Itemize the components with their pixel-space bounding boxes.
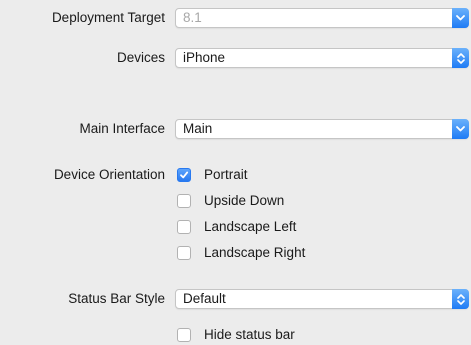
main-interface-combo[interactable]: Main xyxy=(175,119,469,139)
up-down-arrows-icon xyxy=(456,52,465,64)
deployment-target-label: Deployment Target xyxy=(51,10,165,25)
devices-label: Devices xyxy=(116,50,165,65)
status-bar-style-label: Status Bar Style xyxy=(68,291,165,306)
checkmark-icon xyxy=(180,171,189,179)
chevron-down-icon xyxy=(456,126,465,132)
hide-status-bar-label: Hide status bar xyxy=(204,327,295,342)
status-bar-style-popup[interactable]: Default xyxy=(175,289,469,309)
portrait-label: Portrait xyxy=(204,167,248,182)
landscape-right-label: Landscape Right xyxy=(204,245,306,260)
main-interface-dropdown-button[interactable] xyxy=(452,119,469,139)
hide-status-bar-checkbox[interactable] xyxy=(177,328,191,342)
upside-down-label: Upside Down xyxy=(204,193,285,208)
deployment-target-dropdown-button[interactable] xyxy=(452,8,469,28)
landscape-left-label: Landscape Left xyxy=(204,219,297,234)
portrait-checkbox[interactable] xyxy=(177,168,191,182)
devices-popup-button[interactable] xyxy=(452,48,469,68)
landscape-right-checkbox[interactable] xyxy=(177,246,191,260)
chevron-down-icon xyxy=(456,15,465,21)
up-down-arrows-icon xyxy=(456,293,465,305)
status-bar-style-popup-button[interactable] xyxy=(452,289,469,309)
devices-popup[interactable]: iPhone xyxy=(175,48,469,68)
landscape-left-checkbox[interactable] xyxy=(177,220,191,234)
deployment-target-value: 8.1 xyxy=(183,10,202,25)
devices-value: iPhone xyxy=(183,50,226,65)
main-interface-value: Main xyxy=(183,121,213,136)
device-orientation-label: Device Orientation xyxy=(53,167,165,182)
status-bar-style-value: Default xyxy=(183,291,226,306)
deployment-target-combo[interactable]: 8.1 xyxy=(175,8,469,28)
main-interface-label: Main Interface xyxy=(79,121,165,136)
upside-down-checkbox[interactable] xyxy=(177,194,191,208)
